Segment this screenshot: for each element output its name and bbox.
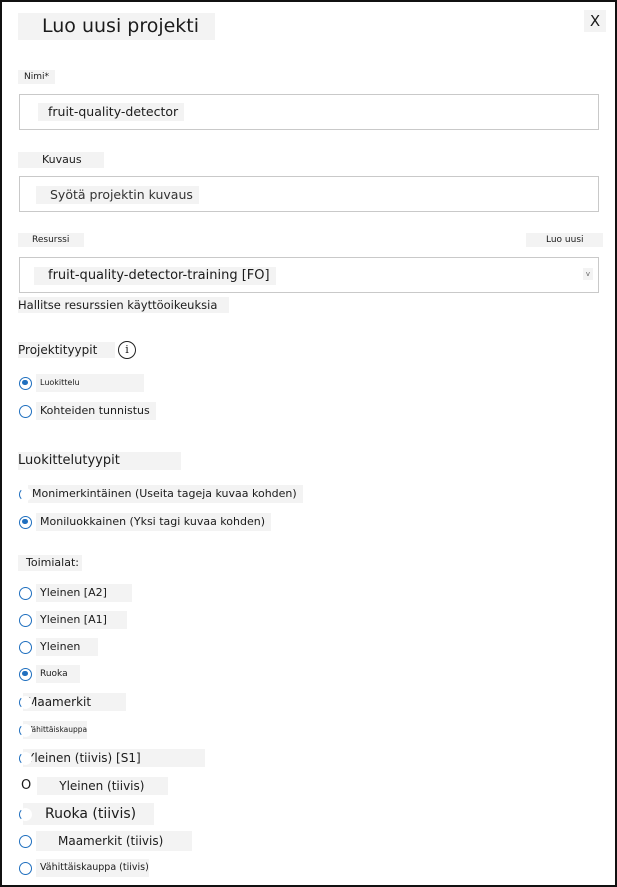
- resource-selected-value: fruit-quality-detector-training [FO]: [34, 267, 276, 285]
- resource-label: Resurssi: [18, 233, 84, 247]
- resource-select[interactable]: fruit-quality-detector-training [FO] v: [19, 257, 599, 293]
- classification-multilabel-label: Monimerkintäinen (Useita tageja kuvaa ko…: [28, 485, 303, 503]
- project-type-classification[interactable]: Luokittelu: [19, 374, 144, 392]
- name-value: fruit-quality-detector: [38, 103, 185, 121]
- domain-landmarks-label: Maamerkit: [23, 693, 126, 711]
- classification-multiclass[interactable]: Moniluokkainen (Yksi tagi kuvaa kohden): [19, 513, 271, 531]
- radio-unchecked-icon: O: [21, 778, 32, 793]
- domain-general-a2[interactable]: Yleinen [A2]: [19, 584, 132, 602]
- radio-unchecked-icon: [19, 586, 32, 600]
- info-icon[interactable]: i: [118, 341, 136, 359]
- domain-general-compact-s1-label: Yleinen (tiivis) [S1]: [23, 749, 205, 767]
- name-label: Nimi*: [18, 70, 56, 84]
- create-new-resource-link[interactable]: Luo uusi: [526, 233, 603, 247]
- domain-landmarks[interactable]: Maamerkit: [19, 693, 126, 711]
- domain-general-a1-label: Yleinen [A1]: [36, 611, 127, 629]
- domain-general-a1[interactable]: Yleinen [A1]: [19, 611, 127, 629]
- dialog-title: Luo uusi projekti: [18, 13, 215, 40]
- radio-unchecked-icon: [19, 723, 32, 737]
- domain-general-compact-s1[interactable]: Yleinen (tiivis) [S1]: [19, 749, 205, 767]
- domain-general-a2-label: Yleinen [A2]: [36, 584, 132, 602]
- domain-food-compact[interactable]: Ruoka (tiivis): [19, 803, 154, 825]
- create-project-dialog: Luo uusi projekti X Nimi* fruit-quality-…: [0, 0, 617, 887]
- chevron-down-icon: v: [583, 268, 593, 280]
- radio-unchecked-icon: [19, 834, 32, 848]
- radio-unchecked-icon: [19, 613, 32, 627]
- project-type-object-detection[interactable]: Kohteiden tunnistus: [19, 402, 156, 420]
- radio-unchecked-icon: [19, 807, 32, 821]
- close-button[interactable]: X: [584, 10, 606, 32]
- domain-general[interactable]: Yleinen: [19, 638, 98, 656]
- domain-food[interactable]: Ruoka: [19, 665, 80, 683]
- description-label: Kuvaus: [18, 152, 104, 168]
- name-field[interactable]: fruit-quality-detector: [19, 94, 599, 130]
- radio-unchecked-icon: [19, 487, 32, 501]
- classification-types-label: Luokittelutyypit: [18, 452, 181, 470]
- domain-retail-label: Vähittäiskauppa: [23, 721, 87, 739]
- domain-food-label: Ruoka: [36, 665, 80, 683]
- radio-unchecked-icon: [19, 404, 32, 418]
- manage-resource-access-link[interactable]: Hallitse resurssien käyttöoikeuksia: [18, 297, 229, 313]
- domain-general-compact-label: Yleinen (tiivis): [37, 777, 169, 795]
- project-types-label: Projektityypit: [18, 342, 115, 358]
- description-placeholder: Syötä projektin kuvaus: [36, 186, 199, 204]
- radio-unchecked-icon: [19, 695, 32, 709]
- domain-retail-compact[interactable]: Vähittäiskauppa (tiivis): [19, 859, 149, 877]
- domain-food-compact-label: Ruoka (tiivis): [23, 803, 154, 825]
- radio-checked-icon: [19, 515, 32, 529]
- domain-landmarks-compact[interactable]: Maamerkit (tiivis): [19, 831, 192, 851]
- radio-unchecked-icon: [19, 640, 32, 654]
- domain-landmarks-compact-label: Maamerkit (tiivis): [36, 831, 192, 851]
- radio-checked-icon: [19, 667, 32, 681]
- project-type-object-detection-label: Kohteiden tunnistus: [36, 402, 156, 420]
- domain-general-label: Yleinen: [36, 638, 98, 656]
- domain-retail-compact-label: Vähittäiskauppa (tiivis): [36, 859, 149, 877]
- domain-retail[interactable]: Vähittäiskauppa: [19, 721, 87, 739]
- domain-general-compact[interactable]: O Yleinen (tiivis): [19, 777, 169, 795]
- project-type-classification-label: Luokittelu: [36, 374, 144, 392]
- radio-unchecked-icon: [19, 751, 32, 765]
- radio-unchecked-icon: [19, 861, 32, 875]
- classification-multilabel[interactable]: Monimerkintäinen (Useita tageja kuvaa ko…: [19, 485, 303, 503]
- classification-multiclass-label: Moniluokkainen (Yksi tagi kuvaa kohden): [36, 513, 271, 531]
- radio-checked-icon: [19, 376, 32, 390]
- description-field[interactable]: Syötä projektin kuvaus: [19, 176, 599, 212]
- domains-label: Toimialat:: [18, 555, 82, 571]
